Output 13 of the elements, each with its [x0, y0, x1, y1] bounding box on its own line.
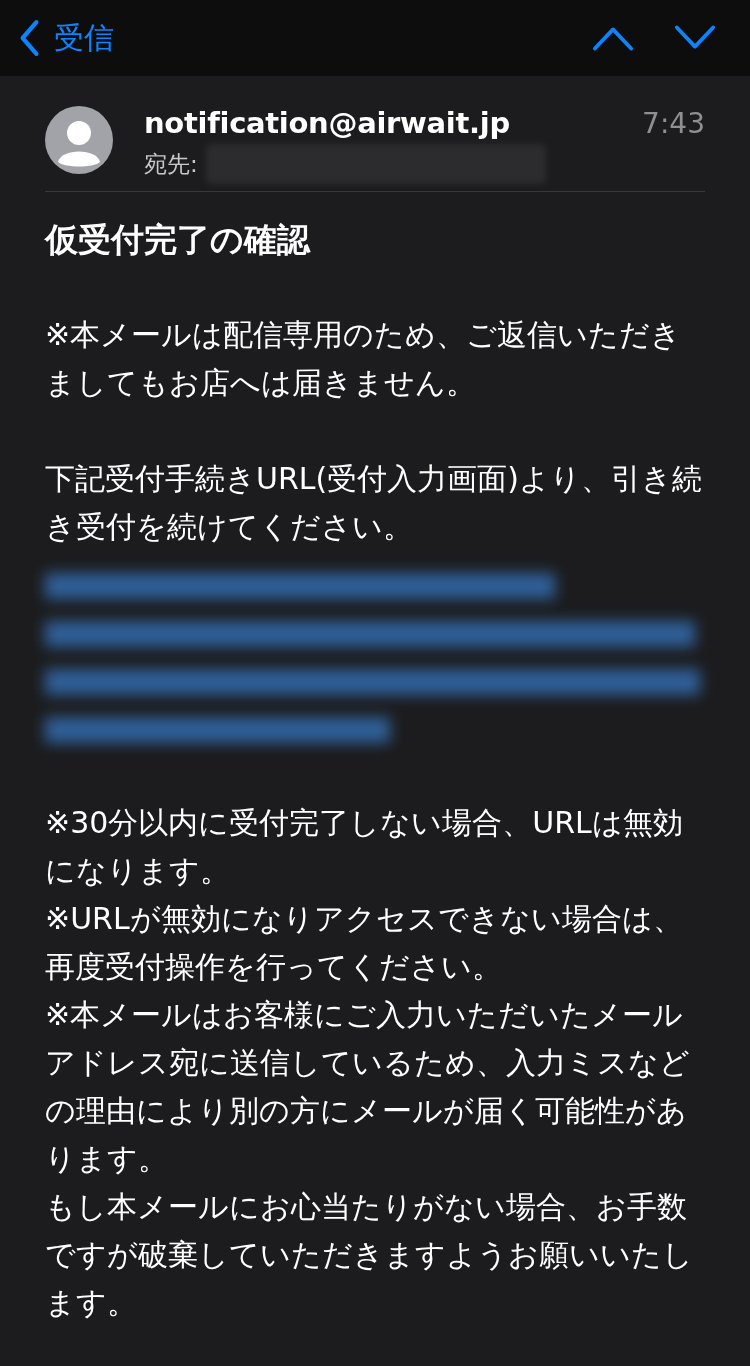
avatar-icon — [45, 106, 113, 174]
body-paragraph: ※本メールは配信専用のため、ご返信いただきましてもお店へは届きません。 — [45, 316, 683, 402]
message-time: 7:43 — [642, 106, 705, 140]
recipient-label: 宛先: — [144, 149, 198, 179]
subject-heading: 仮受付完了の確認 — [45, 219, 312, 261]
notice-text: ※本メールはお客様にご入力いただいたメールアドレス宛に送信しているため、入力ミスなどの理由により別の方にメールが届く可能性があります。 — [45, 996, 691, 1178]
body-paragraph: 下記受付手続きURL(受付入力画面)より、引き続き受付を続けてください。 — [45, 460, 703, 546]
sender-address: notification@airwait.jp — [144, 106, 510, 140]
notice-text: もし本メールにお心当たりがない場合、お手数ですが破棄していただきますようお願いいたします。 — [45, 1188, 694, 1322]
notice-text: ※URLが無効になりアクセスできない場合は、再度受付操作を行ってください。 — [45, 900, 684, 986]
back-button[interactable]: 受信 — [18, 17, 114, 59]
back-chevron-icon — [18, 19, 40, 57]
notice-text: ※30分以内に受付完了しない場合、URLは無効になります。 — [45, 804, 684, 890]
